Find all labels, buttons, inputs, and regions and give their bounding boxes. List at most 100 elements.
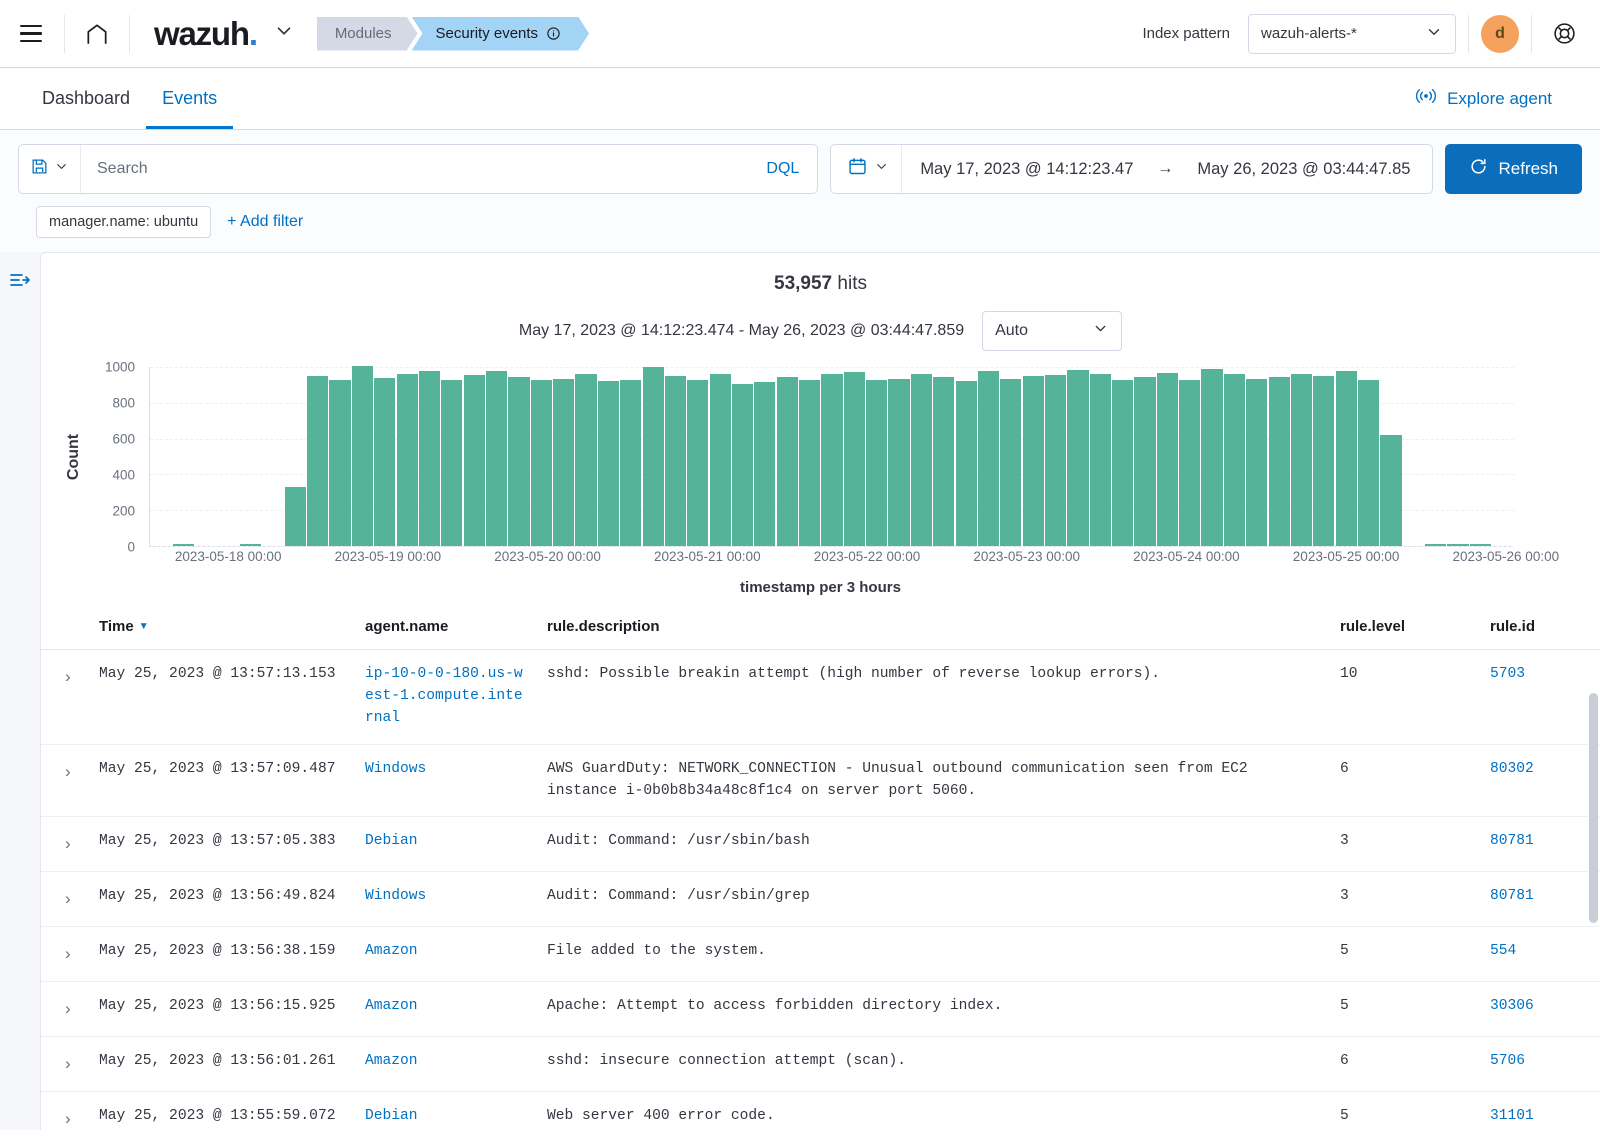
sort-desc-icon[interactable]: ▼: [139, 621, 149, 632]
rule-id-link[interactable]: 80302: [1490, 761, 1534, 777]
expand-row-icon[interactable]: ›: [51, 667, 71, 686]
chart-bar[interactable]: [1044, 375, 1067, 546]
chart-bar[interactable]: [955, 381, 977, 546]
table-row[interactable]: › May 25, 2023 @ 13:57:13.153 ip-10-0-0-18…: [41, 649, 1600, 745]
chart-bar[interactable]: [1201, 368, 1223, 546]
table-row[interactable]: › May 25, 2023 @ 13:56:15.925 Amazon Apache…: [41, 981, 1600, 1038]
expand-row-icon[interactable]: ›: [51, 944, 71, 963]
agent-name-link[interactable]: Amazon: [365, 943, 418, 959]
chart-bar[interactable]: [866, 379, 888, 546]
chart-bar[interactable]: [1112, 379, 1134, 546]
home-icon[interactable]: [77, 14, 117, 54]
chart-bar[interactable]: [530, 379, 552, 546]
date-to[interactable]: May 26, 2023 @ 03:44:47.85: [1179, 160, 1428, 179]
expand-row-icon[interactable]: ›: [51, 1054, 71, 1073]
saved-query-button[interactable]: [19, 145, 81, 193]
chart-bar[interactable]: [396, 374, 418, 546]
chart-bar[interactable]: [664, 375, 687, 546]
interval-select[interactable]: Auto: [982, 311, 1123, 351]
rule-id-link[interactable]: 80781: [1490, 888, 1534, 904]
chart-bar[interactable]: [642, 367, 664, 546]
chart-bar[interactable]: [1223, 374, 1246, 546]
chart-bar[interactable]: [1313, 375, 1335, 546]
chart-bar[interactable]: [1022, 375, 1044, 546]
header-rule-id[interactable]: rule.id: [1480, 610, 1600, 650]
chart-bar[interactable]: [620, 380, 642, 546]
chart-bar[interactable]: [1358, 379, 1380, 546]
agent-name-link[interactable]: Debian: [365, 1108, 418, 1124]
query-language-button[interactable]: DQL: [748, 160, 817, 178]
chart-bar[interactable]: [485, 370, 508, 546]
filter-pill-manager-name[interactable]: manager.name: ubuntu: [36, 206, 212, 238]
tab-events[interactable]: Events: [146, 68, 234, 129]
index-pattern-select[interactable]: wazuh-alerts-*: [1248, 13, 1456, 54]
chart-bar[interactable]: [1179, 379, 1201, 546]
expand-row-icon[interactable]: ›: [51, 999, 71, 1018]
chart-bar[interactable]: [553, 378, 575, 546]
table-row[interactable]: › May 25, 2023 @ 13:56:49.824 Windows Audit…: [41, 871, 1600, 928]
chart-bar[interactable]: [351, 366, 373, 546]
chart-bar[interactable]: [508, 376, 530, 546]
header-rule-description[interactable]: rule.description: [537, 610, 1330, 650]
rule-id-link[interactable]: 5706: [1490, 1053, 1525, 1069]
expand-row-icon[interactable]: ›: [51, 834, 71, 853]
rule-id-link[interactable]: 554: [1490, 943, 1516, 959]
add-filter-button[interactable]: + Add filter: [227, 213, 303, 231]
chart-bar[interactable]: [1000, 378, 1022, 546]
rule-id-link[interactable]: 31101: [1490, 1108, 1534, 1124]
agent-name-link[interactable]: Amazon: [365, 998, 418, 1014]
chart-bar[interactable]: [307, 375, 329, 546]
chart-bar[interactable]: [1268, 376, 1290, 546]
chart-bar[interactable]: [888, 378, 910, 546]
info-icon[interactable]: [546, 26, 561, 41]
breadcrumb-modules[interactable]: Modules: [317, 17, 418, 51]
agent-name-link[interactable]: Windows: [365, 888, 426, 904]
chevron-down-icon[interactable]: [273, 20, 295, 47]
chart-bar[interactable]: [731, 384, 754, 546]
chart-bar[interactable]: [933, 376, 955, 546]
header-time[interactable]: Time ▼: [89, 610, 355, 650]
avatar[interactable]: d: [1481, 14, 1519, 53]
breadcrumb-security-events[interactable]: Security events: [412, 17, 590, 51]
table-row[interactable]: › May 25, 2023 @ 13:56:01.261 Amazon sshd: …: [41, 1036, 1600, 1092]
chart-bar[interactable]: [1156, 373, 1178, 546]
chart-bar[interactable]: [1067, 369, 1089, 546]
chart-bar[interactable]: [977, 371, 1000, 546]
expand-row-icon[interactable]: ›: [51, 1109, 71, 1128]
header-agent-name[interactable]: agent.name: [355, 610, 537, 650]
chart-bar[interactable]: [843, 372, 865, 546]
chart-bar[interactable]: [374, 377, 396, 546]
chart-bar[interactable]: [597, 381, 619, 546]
rule-id-link[interactable]: 5703: [1490, 666, 1525, 682]
chart-bar[interactable]: [1447, 544, 1469, 546]
chart-bar[interactable]: [1134, 376, 1156, 546]
chart-bar[interactable]: [799, 379, 821, 546]
hamburger-menu-icon[interactable]: [10, 13, 52, 55]
chart-bar[interactable]: [776, 376, 798, 546]
agent-name-link[interactable]: Amazon: [365, 1053, 418, 1069]
chart-bar[interactable]: [1469, 544, 1491, 546]
expand-row-icon[interactable]: ›: [51, 762, 71, 781]
chart-bar[interactable]: [575, 374, 597, 546]
chart-bar[interactable]: [910, 374, 932, 546]
date-from[interactable]: May 17, 2023 @ 14:12:23.47: [902, 160, 1151, 179]
chart-bar[interactable]: [172, 543, 195, 546]
table-row[interactable]: › May 25, 2023 @ 13:55:59.072 Debian Web se…: [41, 1091, 1600, 1130]
chart-bar[interactable]: [1246, 378, 1268, 546]
chart-bar[interactable]: [418, 371, 441, 546]
header-rule-level[interactable]: rule.level: [1330, 610, 1480, 650]
vertical-scrollbar[interactable]: [1589, 693, 1598, 923]
chart-bar[interactable]: [329, 380, 351, 546]
tab-dashboard[interactable]: Dashboard: [26, 68, 146, 129]
chart-bar[interactable]: [687, 379, 709, 546]
chart-bar[interactable]: [754, 382, 776, 546]
wazuh-logo[interactable]: wazuh.: [154, 15, 258, 53]
rule-id-link[interactable]: 80781: [1490, 833, 1534, 849]
chart-bar[interactable]: [1425, 544, 1447, 546]
chart-bar[interactable]: [284, 486, 306, 546]
table-row[interactable]: › May 25, 2023 @ 13:57:05.383 Debian Audit:…: [41, 816, 1600, 873]
table-row[interactable]: › May 25, 2023 @ 13:56:38.159 Amazon File a…: [41, 926, 1600, 983]
agent-name-link[interactable]: ip-10-0-0-180.us-west-1.compute.internal: [365, 666, 523, 726]
chart-bar[interactable]: [1380, 435, 1402, 546]
chart-bar[interactable]: [441, 379, 463, 546]
